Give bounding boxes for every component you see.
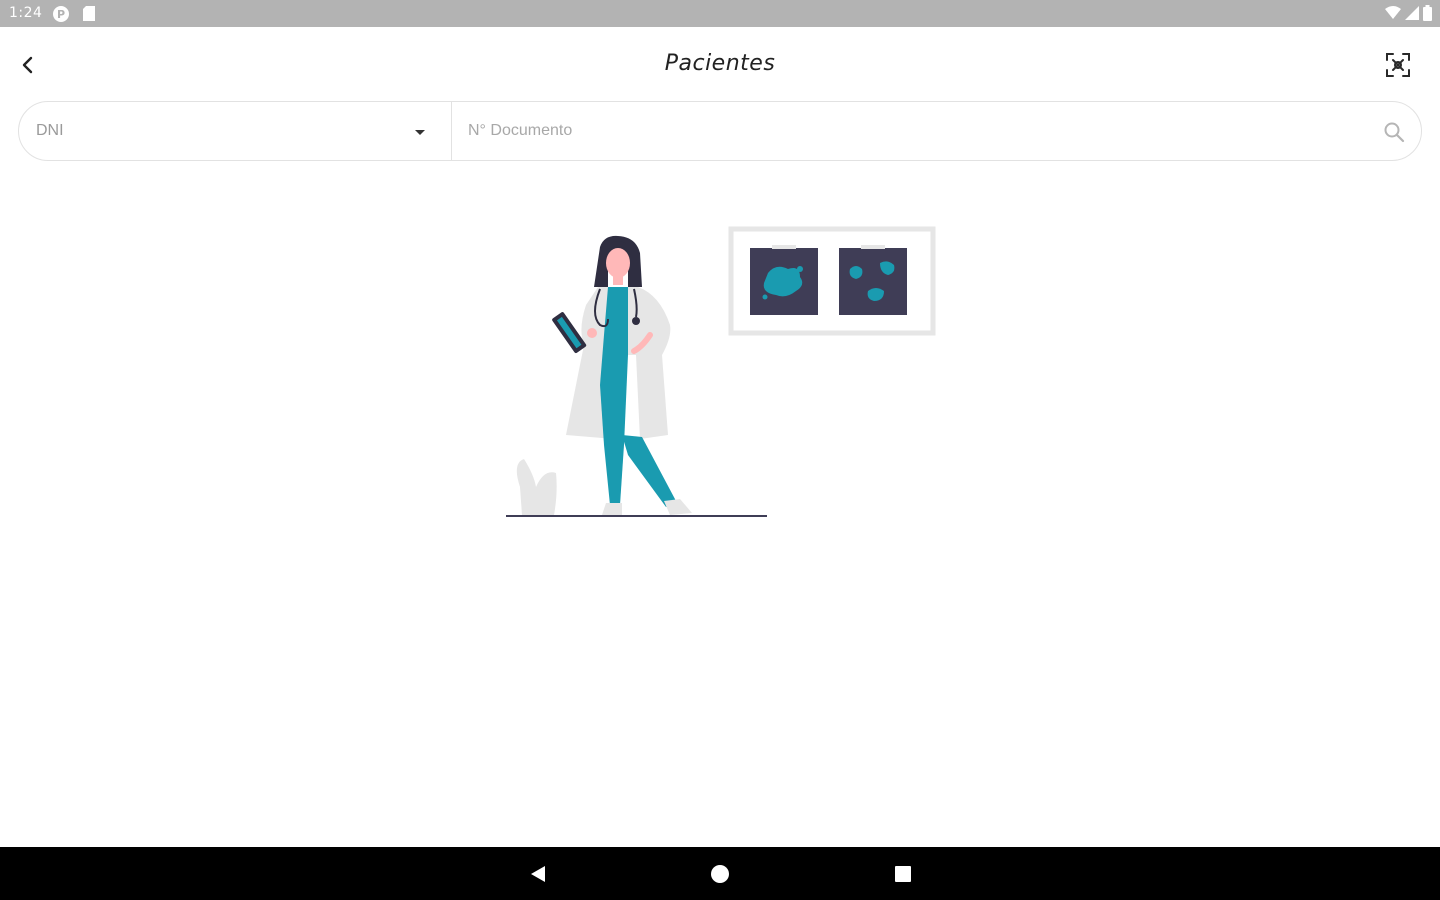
page-title: Pacientes bbox=[664, 51, 776, 76]
wifi-icon bbox=[1385, 6, 1401, 24]
doctor-figure bbox=[552, 235, 692, 515]
doctor-illustration bbox=[506, 226, 936, 517]
sd-card-icon bbox=[82, 5, 96, 26]
document-type-value: DNI bbox=[36, 122, 64, 139]
scan-icon bbox=[1386, 53, 1410, 77]
battery-icon bbox=[1423, 5, 1432, 25]
patient-search-bar: DNI bbox=[18, 101, 1422, 161]
square-recents-icon bbox=[895, 866, 911, 882]
status-right-icons bbox=[1385, 5, 1432, 25]
status-bar: 1:24 P bbox=[0, 0, 1440, 27]
status-time: 1:24 bbox=[9, 5, 43, 21]
triangle-back-icon bbox=[531, 866, 545, 882]
app-bar: Pacientes bbox=[0, 27, 1440, 99]
document-type-dropdown[interactable]: DNI bbox=[19, 102, 452, 160]
svg-text:P: P bbox=[57, 8, 65, 21]
nav-back-button[interactable] bbox=[525, 861, 551, 887]
plant bbox=[516, 459, 557, 515]
nav-home-button[interactable] bbox=[707, 861, 733, 887]
p-badge-icon: P bbox=[52, 5, 70, 27]
search-icon[interactable] bbox=[1383, 121, 1405, 143]
document-number-input[interactable] bbox=[452, 102, 1421, 160]
caret-down-icon bbox=[415, 130, 425, 135]
scan-button[interactable] bbox=[1382, 49, 1414, 81]
system-nav-bar bbox=[0, 847, 1440, 900]
document-number-field-wrapper bbox=[452, 102, 1421, 160]
xray-frame bbox=[728, 226, 936, 336]
circle-home-icon bbox=[711, 865, 729, 883]
nav-recents-button[interactable] bbox=[890, 861, 916, 887]
signal-icon bbox=[1405, 6, 1419, 24]
